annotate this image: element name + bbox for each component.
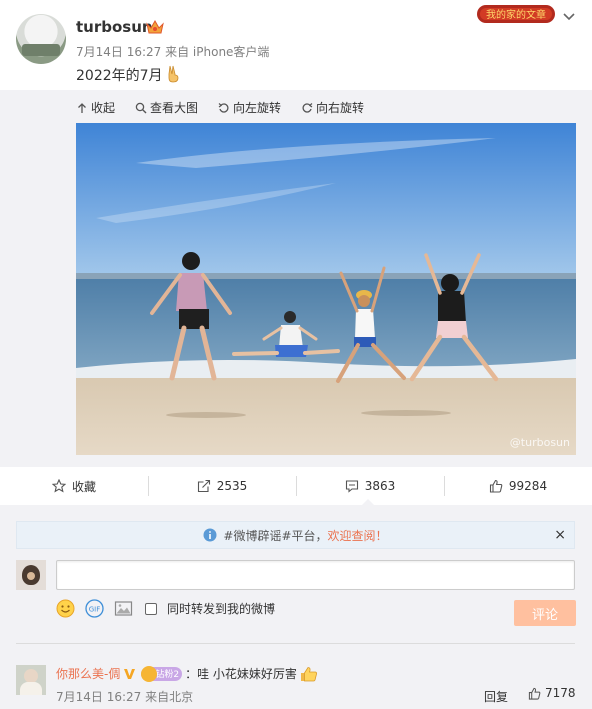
comment-avatar[interactable]: [16, 665, 46, 695]
media-panel: 收起 查看大图 向左旋转 向右旋转 @turbosun: [0, 90, 592, 467]
rotate-left-icon: [218, 102, 229, 113]
rumor-notice-banner: #微博辟谣#平台，欢迎查阅！ ×: [16, 521, 575, 549]
fan-level-label: 钻粉2: [155, 670, 180, 680]
thumbs-up-icon: [528, 687, 541, 700]
comment-line: 你那么美-倜 钻粉2 ：哇 小花妹妹好厉害: [56, 665, 318, 682]
composer-tools: GIF 同时转发到我的微博: [56, 599, 275, 618]
comment-like-button[interactable]: 7178: [528, 686, 576, 700]
arrow-up-icon: [78, 102, 86, 113]
post-text-body: 2022年的7月: [76, 68, 163, 84]
thumbs-up-icon: [489, 479, 503, 493]
collapse-label: 收起: [91, 101, 116, 115]
rotate-right-button[interactable]: 向右旋转: [301, 99, 364, 116]
divider: [16, 643, 575, 644]
repost-count: 2535: [216, 479, 248, 493]
repost-checkbox[interactable]: [145, 602, 157, 615]
comment-meta: 7月14日 16:27 来自北京: [56, 690, 194, 704]
author-name[interactable]: turbosun: [76, 18, 153, 36]
submit-comment-button[interactable]: 评论: [514, 600, 576, 626]
comment-area: #微博辟谣#平台，欢迎查阅！ × GIF 同时转发到我的微博 评论 你那么美-倜…: [0, 505, 592, 709]
reply-button[interactable]: 回复: [484, 688, 508, 705]
star-icon: [51, 479, 66, 493]
beach-photo: [76, 123, 576, 455]
notice-text: #微博辟谣#平台，欢迎查阅！: [223, 527, 387, 544]
thumbs-up-emoji-icon: [300, 666, 317, 681]
badge-text: 我的家的文章: [486, 8, 546, 21]
gif-icon[interactable]: GIF: [85, 599, 104, 618]
comment-count: 3863: [364, 479, 396, 493]
svg-text:GIF: GIF: [89, 606, 101, 614]
repost-checkbox-label[interactable]: 同时转发到我的微博: [167, 600, 275, 617]
repost-button[interactable]: 2535: [148, 467, 296, 505]
comment-icon: [345, 480, 358, 493]
fan-level-badge[interactable]: 钻粉2: [141, 665, 183, 682]
emoji-icon[interactable]: [56, 599, 75, 618]
info-icon: [203, 528, 217, 542]
rotate-left-label: 向左旋转: [233, 101, 282, 115]
rotate-right-label: 向右旋转: [316, 101, 365, 115]
image-icon[interactable]: [114, 599, 133, 618]
view-large-button[interactable]: 查看大图: [135, 99, 198, 116]
collapse-button[interactable]: 收起: [76, 99, 115, 116]
rotate-left-button[interactable]: 向左旋转: [218, 99, 281, 116]
post-meta: 7月14日 16:27 来自 iPhone客户端: [76, 45, 270, 59]
action-bar: 收藏 2535 3863 99284: [0, 467, 592, 505]
view-large-label: 查看大图: [150, 101, 199, 115]
notice-link[interactable]: 欢迎查阅！: [328, 529, 388, 543]
rotate-right-icon: [302, 102, 313, 113]
comment-like-count: 7178: [545, 686, 576, 700]
victory-hand-icon: [168, 65, 178, 83]
post-photo[interactable]: @turbosun: [76, 123, 576, 455]
verified-v-icon[interactable]: [123, 668, 136, 680]
post-text: 2022年的7月: [76, 65, 181, 85]
comment-username[interactable]: 你那么美-倜: [56, 665, 120, 682]
comment-input[interactable]: [56, 560, 575, 590]
comment-text: ：哇 小花妹妹好厉害: [185, 667, 297, 681]
crown-icon[interactable]: [146, 19, 164, 35]
chevron-down-icon[interactable]: [562, 12, 576, 22]
media-toolbar: 收起 查看大图 向左旋转 向右旋转: [76, 99, 364, 116]
badge-logo[interactable]: 我的家的文章: [476, 3, 556, 25]
close-icon[interactable]: ×: [554, 527, 566, 543]
like-button[interactable]: 99284: [444, 467, 592, 505]
like-count: 99284: [508, 479, 548, 493]
photo-watermark: @turbosun: [509, 436, 570, 449]
favorite-button[interactable]: 收藏: [0, 467, 148, 505]
author-avatar[interactable]: [16, 14, 66, 64]
repost-icon: [197, 479, 210, 493]
favorite-label: 收藏: [71, 479, 96, 494]
notice-prefix: #微博辟谣#平台，: [223, 528, 328, 543]
current-user-avatar[interactable]: [16, 560, 46, 590]
search-icon: [135, 102, 147, 113]
